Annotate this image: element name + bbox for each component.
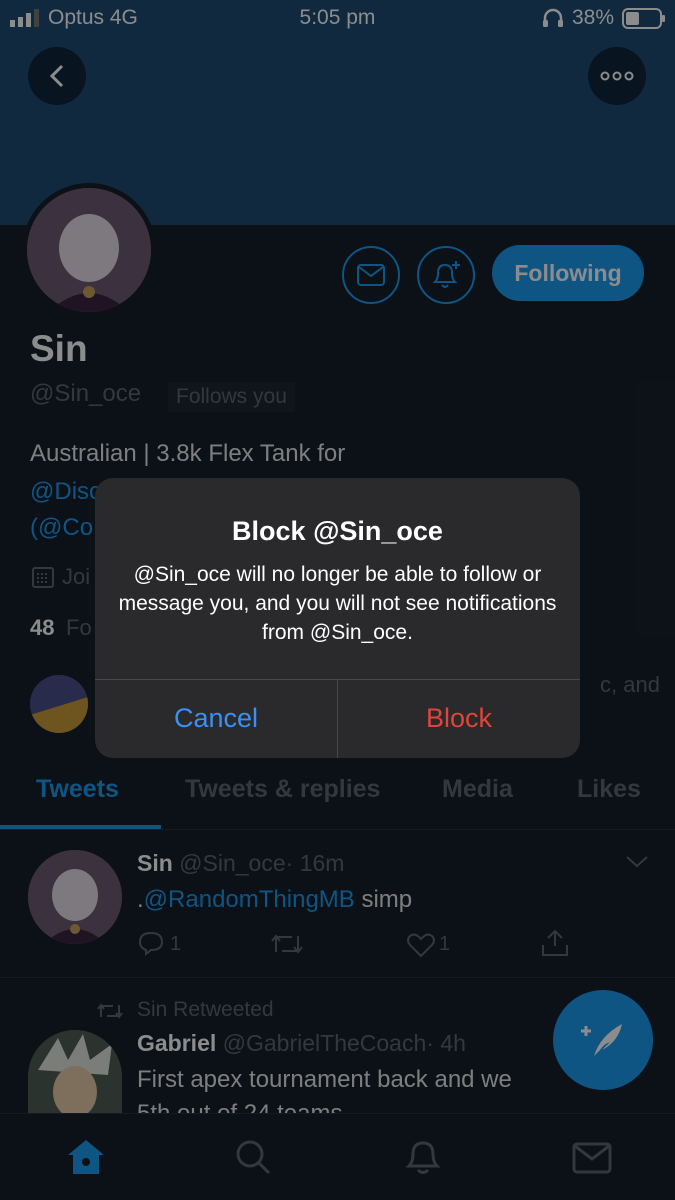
dialog-message: @Sin_oce will no longer be able to follo…: [118, 563, 557, 644]
cancel-button[interactable]: Cancel: [95, 679, 337, 758]
dialog-title: Block @Sin_oce: [232, 516, 443, 546]
block-dialog: Block @Sin_oce @Sin_oce will no longer b…: [95, 478, 580, 758]
block-button[interactable]: Block: [338, 679, 580, 758]
